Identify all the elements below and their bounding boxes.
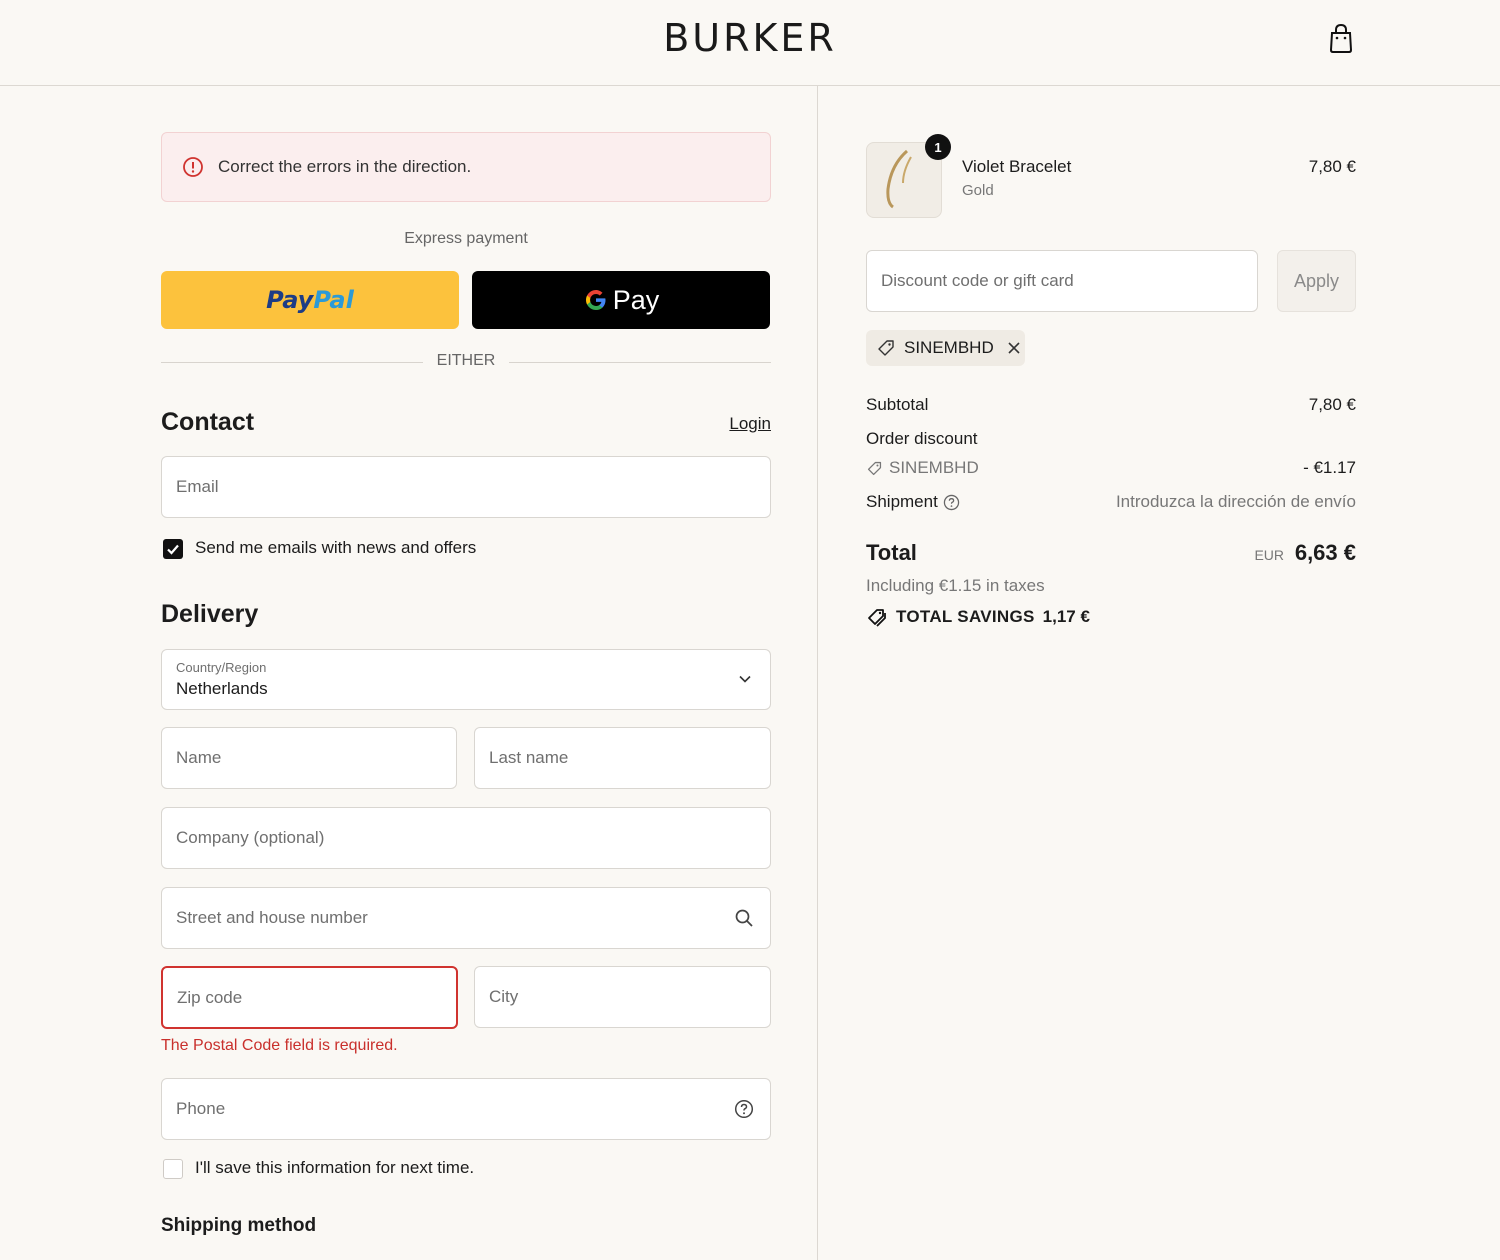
tax-note: Including €1.15 in taxes <box>866 576 1045 595</box>
street-placeholder: Street and house number <box>176 908 368 927</box>
last-name-field[interactable]: Last name <box>474 727 771 789</box>
city-field[interactable]: City <box>474 966 771 1028</box>
subtotal-value: 7,80 € <box>1308 395 1356 414</box>
site-header: BURKER <box>0 0 1500 86</box>
brand-logo[interactable]: BURKER <box>0 16 1500 60</box>
email-field[interactable]: Email <box>161 456 771 518</box>
or-separator: EITHER <box>161 352 771 372</box>
applied-discount-code: SINEMBHD <box>904 338 994 357</box>
newsletter-label: Send me emails with news and offers <box>195 538 477 557</box>
help-circle-icon[interactable] <box>734 1099 754 1119</box>
total-label: Total <box>866 540 917 565</box>
shipment-value: Introduzca la dirección de envío <box>1115 492 1356 511</box>
email-placeholder: Email <box>176 477 219 496</box>
discount-value: - €1.17 <box>1303 458 1356 477</box>
express-payment-label: Express payment <box>404 230 528 247</box>
login-link[interactable]: Login <box>700 414 771 434</box>
discount-code-field[interactable]: Discount code or gift card <box>866 250 1258 312</box>
newsletter-checkbox[interactable] <box>163 539 183 559</box>
contact-title: Contact <box>161 408 255 436</box>
zip-code-placeholder: Zip code <box>177 987 243 1007</box>
street-field[interactable]: Street and house number <box>161 887 771 949</box>
shipping-method-title: Shipping method <box>161 1215 317 1236</box>
total-savings-value: 1,17 € <box>1042 607 1090 626</box>
last-name-placeholder: Last name <box>489 748 569 767</box>
first-name-placeholder: Name <box>176 748 222 767</box>
country-label: Country/Region <box>176 660 267 675</box>
discount-code-placeholder: Discount code or gift card <box>881 271 1074 290</box>
delivery-title: Delivery <box>161 600 259 628</box>
total-savings-label: TOTAL SAVINGS <box>896 607 1035 626</box>
google-pay-button[interactable]: Pay <box>472 271 770 329</box>
quantity-badge: 1 <box>925 134 951 160</box>
total-value: 6,63 € <box>1294 540 1356 565</box>
tag-icon <box>867 461 882 476</box>
chevron-down-icon <box>739 675 751 683</box>
save-info-checkbox[interactable] <box>163 1159 183 1179</box>
phone-placeholder: Phone <box>176 1099 226 1118</box>
total-savings: TOTAL SAVINGS 1,17 € <box>866 606 1090 628</box>
error-banner: Correct the errors in the direction. <box>161 132 771 202</box>
applied-discount-chip: SINEMBHD <box>866 330 1025 366</box>
zip-code-field[interactable]: Zip code <box>161 966 458 1029</box>
discount-code-label: SINEMBHD <box>889 458 979 477</box>
close-icon[interactable] <box>1006 340 1022 356</box>
order-discount-label: Order discount <box>866 429 978 448</box>
search-icon[interactable] <box>734 908 754 928</box>
checkmark-icon <box>167 544 179 555</box>
subtotal-label: Subtotal <box>866 395 929 414</box>
zip-code-error: The Postal Code field is required. <box>161 1037 398 1054</box>
help-circle-icon[interactable] <box>943 494 960 511</box>
product-variant: Gold <box>962 182 994 199</box>
tag-icon <box>878 340 894 356</box>
apply-discount-button[interactable]: Apply <box>1277 250 1356 312</box>
company-placeholder: Company (optional) <box>176 828 325 847</box>
paypal-button[interactable]: PayPal <box>161 271 459 329</box>
product-price: 7,80 € <box>1308 157 1356 176</box>
country-select[interactable]: Country/Region Netherlands <box>161 649 771 710</box>
google-pay-label: Pay <box>612 284 660 315</box>
column-divider <box>817 86 818 1260</box>
alert-circle-icon <box>183 157 203 177</box>
tags-icon <box>868 609 886 627</box>
city-placeholder: City <box>489 987 519 1006</box>
total-currency: EUR <box>1254 547 1284 563</box>
google-g-icon <box>585 290 606 310</box>
shipment-label: Shipment <box>866 492 938 511</box>
phone-field[interactable]: Phone <box>161 1078 771 1140</box>
separator-text: EITHER <box>436 352 496 369</box>
country-value: Netherlands <box>176 679 268 698</box>
shopping-bag-icon[interactable] <box>1326 22 1356 54</box>
paypal-logo: PayPal <box>266 286 354 314</box>
product-name: Violet Bracelet <box>962 157 1072 176</box>
company-field[interactable]: Company (optional) <box>161 807 771 869</box>
save-info-label: I'll save this information for next time… <box>195 1158 475 1177</box>
first-name-field[interactable]: Name <box>161 727 457 789</box>
error-banner-message: Correct the errors in the direction. <box>218 157 472 176</box>
